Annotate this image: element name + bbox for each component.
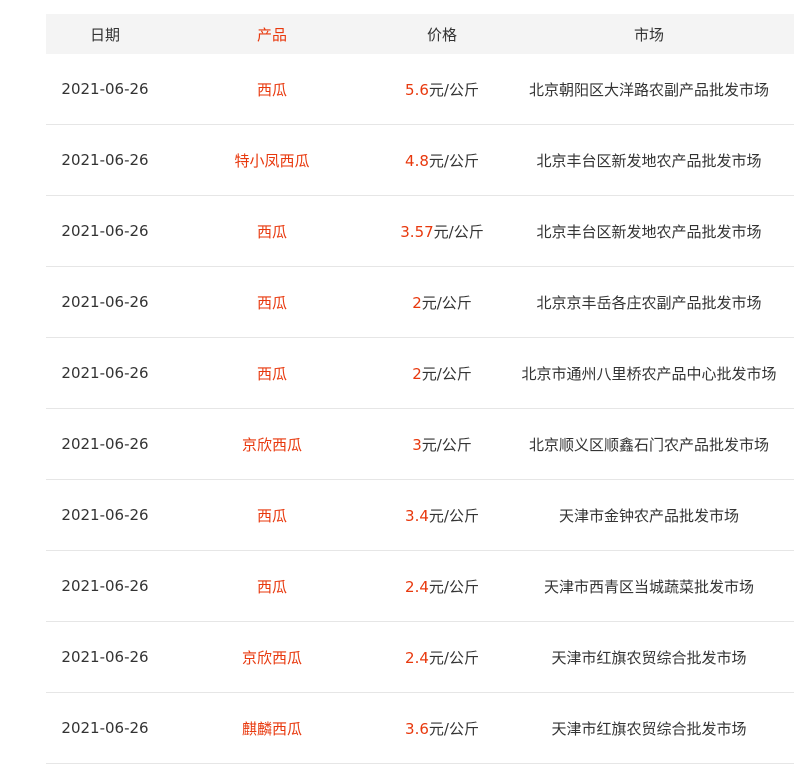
cell-price: 3.4元/公斤 (380, 505, 504, 526)
price-unit: 元/公斤 (421, 364, 472, 383)
cell-product-link[interactable]: 西瓜 (164, 576, 380, 597)
price-unit: 元/公斤 (428, 577, 479, 596)
table-row: 2021-06-26 西瓜 5.6元/公斤 北京朝阳区大洋路农副产品批发市场 (46, 54, 794, 125)
cell-market: 北京丰台区新发地农产品批发市场 (536, 222, 762, 241)
header-market: 市场 (633, 25, 664, 44)
table-row: 2021-06-26 西瓜 2元/公斤 北京京丰岳各庄农副产品批发市场 (46, 267, 794, 338)
header-product: 产品 (256, 25, 287, 44)
header-date: 日期 (89, 25, 120, 44)
price-value: 3.4 (405, 506, 429, 525)
table-row: 2021-06-26 西瓜 3.4元/公斤 天津市金钟农产品批发市场 (46, 480, 794, 551)
cell-product-link[interactable]: 西瓜 (164, 292, 380, 313)
header-price: 价格 (426, 25, 457, 44)
price-unit: 元/公斤 (428, 719, 479, 738)
price-value: 5.6 (405, 80, 429, 99)
cell-market: 北京顺义区顺鑫石门农产品批发市场 (528, 435, 769, 454)
cell-market: 天津市红旗农贸综合批发市场 (551, 719, 747, 738)
price-value: 3.57 (400, 222, 434, 241)
price-unit: 元/公斤 (428, 80, 479, 99)
price-value: 2.4 (405, 648, 429, 667)
cell-market: 天津市西青区当城蔬菜批发市场 (543, 577, 754, 596)
cell-price: 2.4元/公斤 (380, 647, 504, 668)
price-value: 4.8 (405, 151, 429, 170)
cell-product-link[interactable]: 京欣西瓜 (164, 434, 380, 455)
cell-date: 2021-06-26 (61, 80, 149, 98)
cell-price: 2.4元/公斤 (380, 576, 504, 597)
cell-date: 2021-06-26 (61, 222, 149, 240)
cell-product-link[interactable]: 西瓜 (164, 363, 380, 384)
price-value: 3.6 (405, 719, 429, 738)
cell-date: 2021-06-26 (61, 577, 149, 595)
table-header: 日期 产品 价格 市场 (46, 14, 794, 54)
cell-date: 2021-06-26 (61, 506, 149, 524)
price-unit: 元/公斤 (428, 151, 479, 170)
cell-price: 3元/公斤 (380, 434, 504, 455)
price-value: 2 (412, 293, 422, 312)
price-value: 3 (412, 435, 422, 454)
price-table: 日期 产品 价格 市场 2021-06-26 西瓜 5.6元/公斤 北京朝阳区大… (46, 14, 794, 764)
table-row: 2021-06-26 西瓜 2元/公斤 北京市通州八里桥农产品中心批发市场 (46, 338, 794, 409)
cell-date: 2021-06-26 (61, 364, 149, 382)
table-row: 2021-06-26 京欣西瓜 3元/公斤 北京顺义区顺鑫石门农产品批发市场 (46, 409, 794, 480)
cell-market: 北京丰台区新发地农产品批发市场 (536, 151, 762, 170)
table-row: 2021-06-26 特小凤西瓜 4.8元/公斤 北京丰台区新发地农产品批发市场 (46, 125, 794, 196)
price-value: 2.4 (405, 577, 429, 596)
cell-price: 2元/公斤 (380, 363, 504, 384)
price-unit: 元/公斤 (433, 222, 484, 241)
cell-price: 5.6元/公斤 (380, 79, 504, 100)
price-unit: 元/公斤 (421, 293, 472, 312)
table-row: 2021-06-26 麒麟西瓜 3.6元/公斤 天津市红旗农贸综合批发市场 (46, 693, 794, 764)
cell-product-link[interactable]: 西瓜 (164, 221, 380, 242)
cell-date: 2021-06-26 (61, 151, 149, 169)
price-unit: 元/公斤 (428, 648, 479, 667)
cell-product-link[interactable]: 京欣西瓜 (164, 647, 380, 668)
cell-price: 3.57元/公斤 (380, 221, 504, 242)
price-unit: 元/公斤 (421, 435, 472, 454)
table-row: 2021-06-26 西瓜 2.4元/公斤 天津市西青区当城蔬菜批发市场 (46, 551, 794, 622)
cell-date: 2021-06-26 (61, 293, 149, 311)
cell-date: 2021-06-26 (61, 648, 149, 666)
cell-market: 天津市红旗农贸综合批发市场 (551, 648, 747, 667)
cell-product-link[interactable]: 西瓜 (164, 505, 380, 526)
cell-product-link[interactable]: 麒麟西瓜 (164, 718, 380, 739)
cell-price: 2元/公斤 (380, 292, 504, 313)
table-row: 2021-06-26 西瓜 3.57元/公斤 北京丰台区新发地农产品批发市场 (46, 196, 794, 267)
cell-product-link[interactable]: 特小凤西瓜 (164, 150, 380, 171)
cell-market: 北京朝阳区大洋路农副产品批发市场 (528, 80, 769, 99)
cell-price: 4.8元/公斤 (380, 150, 504, 171)
price-unit: 元/公斤 (428, 506, 479, 525)
table-row: 2021-06-26 京欣西瓜 2.4元/公斤 天津市红旗农贸综合批发市场 (46, 622, 794, 693)
cell-price: 3.6元/公斤 (380, 718, 504, 739)
cell-product-link[interactable]: 西瓜 (164, 79, 380, 100)
cell-market: 天津市金钟农产品批发市场 (558, 506, 739, 525)
cell-date: 2021-06-26 (61, 719, 149, 737)
cell-market: 北京市通州八里桥农产品中心批发市场 (521, 364, 777, 383)
cell-market: 北京京丰岳各庄农副产品批发市场 (536, 293, 762, 312)
price-value: 2 (412, 364, 422, 383)
cell-date: 2021-06-26 (61, 435, 149, 453)
